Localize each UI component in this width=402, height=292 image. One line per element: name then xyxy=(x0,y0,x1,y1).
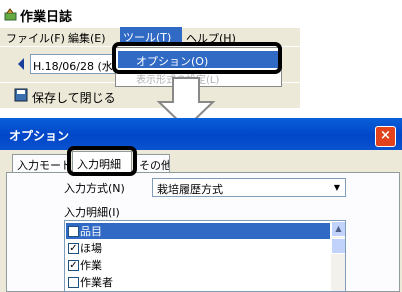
chevron-down-icon[interactable]: ▼ xyxy=(329,180,345,195)
app-icon xyxy=(4,8,17,21)
options-highlight-frame xyxy=(112,42,282,74)
list-item[interactable]: ✓ ほ場 xyxy=(66,240,330,256)
list-scrollbar[interactable]: ▲ xyxy=(331,221,345,291)
checkbox[interactable] xyxy=(68,276,79,288)
tab-input-mode[interactable]: 入力モード xyxy=(12,154,70,172)
input-method-select[interactable]: 栽培履歴方式 ▼ xyxy=(152,178,346,197)
menu-file[interactable]: ファイル(F) xyxy=(6,30,65,46)
checkbox[interactable]: ✓ xyxy=(68,225,79,237)
input-detail-label: 入力明細(I) xyxy=(64,206,120,219)
input-method-value: 栽培履歴方式 xyxy=(157,183,223,196)
scroll-up-icon[interactable]: ▲ xyxy=(331,221,345,237)
main-window-title: 作業日誌 xyxy=(20,10,73,25)
scroll-thumb[interactable] xyxy=(331,238,345,254)
menu-edit[interactable]: 編集(E) xyxy=(68,30,106,46)
input-method-label: 入力方式(N) xyxy=(64,182,125,195)
checkbox[interactable]: ✓ xyxy=(68,259,79,271)
tab-other[interactable]: その他 xyxy=(134,154,170,172)
main-window-titlebar: 作業日誌 xyxy=(0,0,300,28)
list-item-label: ほ場 xyxy=(80,242,102,255)
checkbox[interactable]: ✓ xyxy=(68,242,79,254)
list-item[interactable]: 作業者 xyxy=(66,274,330,290)
prev-arrow-icon[interactable] xyxy=(16,57,26,71)
list-item[interactable]: ✓ 品目 xyxy=(66,223,330,239)
input-detail-list: ✓ 品目 ✓ ほ場 ✓ 作業 作業者 ▲ xyxy=(64,220,346,292)
list-item-label: 作業 xyxy=(80,259,102,272)
save-icon xyxy=(14,88,28,102)
save-close-button[interactable]: 保存して閉じる xyxy=(32,89,116,106)
list-item-label: 品目 xyxy=(80,225,102,238)
date-field[interactable]: H.18/06/28 (水 xyxy=(30,54,116,74)
list-item[interactable]: ✓ 作業 xyxy=(66,257,330,273)
tab-strip: 入力モード 入力明細 その他 xyxy=(0,150,402,172)
dialog-titlebar: オプション × xyxy=(0,118,402,150)
dialog-title: オプション xyxy=(9,129,70,143)
list-item-label: 作業者 xyxy=(80,276,113,289)
tab-highlight-frame xyxy=(67,146,137,176)
close-button[interactable]: × xyxy=(375,126,396,147)
